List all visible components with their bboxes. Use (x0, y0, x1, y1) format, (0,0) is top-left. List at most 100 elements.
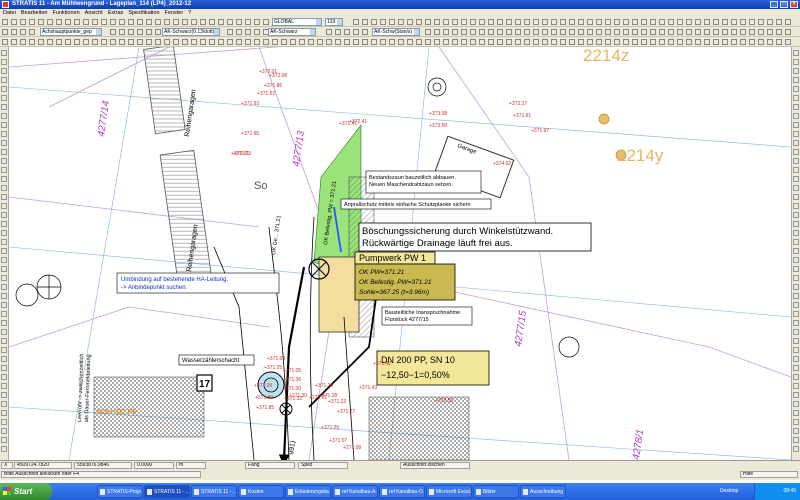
toolbar-button[interactable] (254, 29, 260, 35)
palette-button[interactable] (793, 176, 799, 182)
toolbar-button[interactable] (533, 29, 539, 35)
scale-field[interactable]: 133 (325, 18, 343, 26)
palette-button[interactable] (793, 311, 799, 317)
toolbar-button[interactable] (560, 29, 566, 35)
toolbar-button[interactable] (488, 19, 494, 25)
toolbar-button[interactable] (83, 19, 89, 25)
toolbar-button[interactable] (11, 39, 17, 45)
task-kanalbau-a[interactable]: ref Kanalbau-A... (332, 485, 378, 498)
toolbar-button[interactable] (137, 19, 143, 25)
palette-button[interactable] (1, 95, 7, 101)
spez-button[interactable]: Spez (298, 462, 348, 469)
toolbar-button[interactable] (173, 19, 179, 25)
toolbar-button[interactable] (632, 29, 638, 35)
palette-button[interactable] (1, 293, 7, 299)
toolbar-button[interactable] (614, 19, 620, 25)
toolbar-button[interactable] (425, 29, 431, 35)
palette-button[interactable] (793, 302, 799, 308)
palette-button[interactable] (1, 68, 7, 74)
toolbar-button[interactable] (524, 29, 530, 35)
toolbar-button[interactable] (65, 39, 71, 45)
palette-button[interactable] (793, 293, 799, 299)
toolbar-button[interactable] (731, 39, 737, 45)
toolbar-button[interactable] (263, 39, 269, 45)
toolbar-button[interactable] (362, 39, 368, 45)
palette-button[interactable] (793, 329, 799, 335)
palette-button[interactable] (1, 392, 7, 398)
palette-button[interactable] (1, 176, 7, 182)
palette-button[interactable] (1, 113, 7, 119)
task-ausschreibung[interactable]: Ausschreibung (520, 485, 566, 498)
toolbar-button[interactable] (560, 39, 566, 45)
toolbar-button[interactable] (596, 39, 602, 45)
toolbar-button[interactable] (101, 39, 107, 45)
toolbar-button[interactable] (434, 29, 440, 35)
palette-button[interactable] (1, 320, 7, 326)
toolbar-button[interactable] (704, 29, 710, 35)
toolbar-button[interactable] (605, 29, 611, 35)
toolbar-button[interactable] (749, 39, 755, 45)
toolbar-button[interactable] (389, 19, 395, 25)
toolbar-button[interactable] (155, 39, 161, 45)
toolbar-button[interactable] (551, 39, 557, 45)
start-button[interactable]: Start (0, 483, 52, 500)
toolbar-button[interactable] (29, 29, 35, 35)
palette-button[interactable] (1, 284, 7, 290)
toolbar-button[interactable] (389, 39, 395, 45)
toolbar-button[interactable] (452, 19, 458, 25)
toolbar-button[interactable] (425, 19, 431, 25)
menu-help[interactable]: ? (188, 9, 191, 17)
palette-button[interactable] (793, 338, 799, 344)
toolbar-button[interactable] (650, 19, 656, 25)
task-stratis-1[interactable]: STRATIS 11 - ... (144, 485, 190, 498)
help-field[interactable]: Hilfe (740, 471, 798, 478)
toolbar-button[interactable] (596, 19, 602, 25)
toolbar-button[interactable] (191, 19, 197, 25)
toolbar-button[interactable] (344, 39, 350, 45)
palette-button[interactable] (793, 239, 799, 245)
toolbar-button[interactable] (515, 29, 521, 35)
palette-button[interactable] (793, 95, 799, 101)
toolbar-button[interactable] (668, 19, 674, 25)
palette-button[interactable] (793, 437, 799, 443)
toolbar-button[interactable] (515, 19, 521, 25)
palette-button[interactable] (1, 149, 7, 155)
toolbar-button[interactable] (461, 39, 467, 45)
toolbar-button[interactable] (236, 19, 242, 25)
task-kanalbau-o[interactable]: ref Kanalbau-O... (379, 485, 425, 498)
palette-button[interactable] (1, 86, 7, 92)
toolbar-button[interactable] (209, 19, 215, 25)
toolbar-button[interactable] (443, 19, 449, 25)
toolbar-button[interactable] (407, 39, 413, 45)
toolbar-button[interactable] (641, 29, 647, 35)
toolbar-button[interactable] (353, 39, 359, 45)
style3-combo[interactable]: AK-Schw(Stan/s) (372, 28, 420, 36)
toolbar-button[interactable] (758, 29, 764, 35)
toolbar-button[interactable] (263, 29, 269, 35)
toolbar-button[interactable] (659, 29, 665, 35)
palette-button[interactable] (1, 428, 7, 434)
toolbar-button[interactable] (29, 39, 35, 45)
toolbar-button[interactable] (785, 19, 791, 25)
toolbar-button[interactable] (74, 19, 80, 25)
toolbar-button[interactable] (200, 19, 206, 25)
toolbar-button[interactable] (47, 39, 53, 45)
toolbar-button[interactable] (578, 39, 584, 45)
toolbar-button[interactable] (218, 19, 224, 25)
toolbar-button[interactable] (542, 29, 548, 35)
palette-button[interactable] (793, 428, 799, 434)
toolbar-button[interactable] (569, 39, 575, 45)
toolbar-button[interactable] (92, 39, 98, 45)
toolbar-button[interactable] (119, 39, 125, 45)
palette-button[interactable] (793, 365, 799, 371)
toolbar-button[interactable] (479, 19, 485, 25)
toolbar-button[interactable] (533, 39, 539, 45)
toolbar-button[interactable] (713, 19, 719, 25)
toolbar-button[interactable] (785, 29, 791, 35)
palette-button[interactable] (1, 239, 7, 245)
palette-button[interactable] (1, 311, 7, 317)
toolbar-button[interactable] (443, 39, 449, 45)
palette-button[interactable] (793, 266, 799, 272)
toolbar-button[interactable] (461, 19, 467, 25)
toolbar-button[interactable] (578, 19, 584, 25)
